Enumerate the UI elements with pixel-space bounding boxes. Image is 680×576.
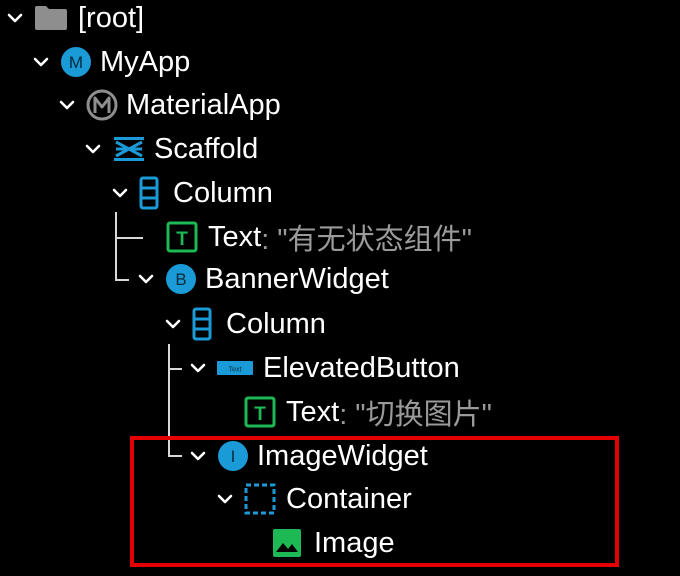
chevron-down-icon[interactable] xyxy=(84,140,102,158)
chevron-down-icon[interactable] xyxy=(137,270,155,288)
tree-node-value: : "切换图片" xyxy=(339,399,492,431)
scaffold-icon xyxy=(112,135,146,163)
tree-guide-line xyxy=(115,279,129,281)
svg-text:T: T xyxy=(176,229,188,250)
tree-node-label: Column xyxy=(226,307,326,340)
folder-icon xyxy=(34,5,68,31)
column-icon xyxy=(192,307,212,341)
chevron-down-icon[interactable] xyxy=(164,315,182,333)
tree-guide-line xyxy=(168,368,182,370)
tree-row-text[interactable]: T Text : "切换图片" xyxy=(244,392,492,432)
circle-m-icon: M xyxy=(60,46,92,78)
tree-guide-line xyxy=(115,212,117,280)
svg-text:M: M xyxy=(69,53,83,72)
column-icon xyxy=(139,176,159,210)
tree-node-label: Text xyxy=(286,395,340,428)
tree-row-column[interactable]: Column xyxy=(164,304,326,344)
tree-node-label: MaterialApp xyxy=(126,88,281,121)
tree-node-label: Column xyxy=(173,176,273,209)
chevron-down-icon[interactable] xyxy=(58,96,76,114)
selection-highlight-box xyxy=(130,436,619,567)
tree-row-scaffold[interactable]: Scaffold xyxy=(84,129,258,169)
circle-b-icon: B xyxy=(165,263,197,295)
tree-row-bannerwidget[interactable]: B BannerWidget xyxy=(137,259,389,299)
tree-node-label: BannerWidget xyxy=(205,262,389,295)
svg-text:Text: Text xyxy=(229,367,242,374)
elevated-button-icon: Text xyxy=(217,358,253,378)
tree-node-label: ElevatedButton xyxy=(263,351,460,384)
tree-row-text[interactable]: T Text : "有无状态组件" xyxy=(166,217,472,257)
chevron-down-icon[interactable] xyxy=(32,53,50,71)
tree-row-myapp[interactable]: M MyApp xyxy=(32,42,190,82)
tree-row-materialapp[interactable]: MaterialApp xyxy=(58,85,281,125)
tree-row-root[interactable]: [root] xyxy=(6,0,144,38)
chevron-down-icon[interactable] xyxy=(189,359,207,377)
tree-node-label: Text xyxy=(208,220,262,253)
tree-node-label: MyApp xyxy=(100,45,191,78)
chevron-down-icon[interactable] xyxy=(6,9,24,27)
text-t-icon: T xyxy=(166,221,198,253)
svg-text:T: T xyxy=(254,404,266,425)
tree-row-column[interactable]: Column xyxy=(111,173,273,213)
widget-tree: [root] M MyApp MaterialApp Scaffold Colu… xyxy=(0,0,680,576)
tree-node-label: Scaffold xyxy=(154,132,259,165)
tree-guide-line xyxy=(115,237,143,239)
tree-node-value: : "有无状态组件" xyxy=(261,224,472,256)
tree-node-label: [root] xyxy=(78,1,145,34)
material-app-icon xyxy=(86,89,118,121)
text-t-icon: T xyxy=(244,396,276,428)
chevron-down-icon[interactable] xyxy=(111,184,129,202)
tree-row-elevatedbutton[interactable]: Text ElevatedButton xyxy=(189,348,460,388)
svg-text:B: B xyxy=(175,270,186,289)
